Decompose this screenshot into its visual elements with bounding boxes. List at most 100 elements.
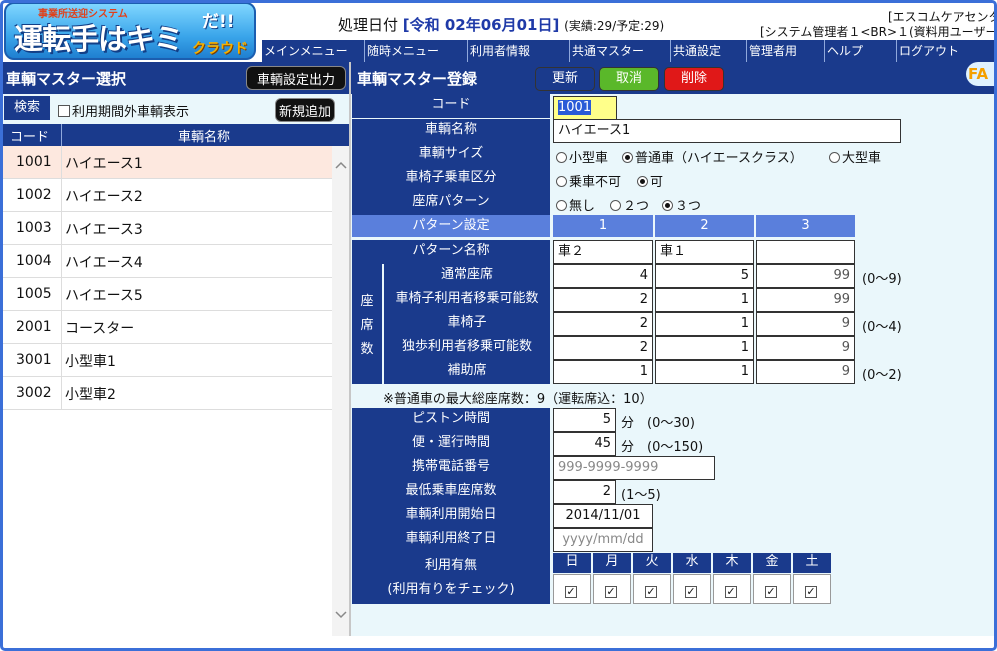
aux-1-input[interactable]: 1 xyxy=(553,360,653,384)
phone-input[interactable]: 999-9999-9999 xyxy=(553,456,715,480)
size-small-radio[interactable]: 小型車 xyxy=(556,147,608,166)
checkbox-checked-icon[interactable]: ✓ xyxy=(725,586,737,598)
pattern-two-radio[interactable]: ２つ xyxy=(610,195,649,214)
item-code: 2001 xyxy=(16,319,52,335)
pattern-three-radio[interactable]: ３つ xyxy=(662,195,701,214)
day-mon-checkbox[interactable]: ✓ xyxy=(593,574,631,604)
radio-icon[interactable] xyxy=(556,200,567,211)
cancel-button[interactable]: 取消 xyxy=(599,67,659,91)
day-sun-checkbox[interactable]: ✓ xyxy=(553,574,591,604)
checkbox-checked-icon[interactable]: ✓ xyxy=(805,586,817,598)
menu-main[interactable]: メインメニュー xyxy=(262,40,365,62)
list-item[interactable]: 1003 ハイエース3 xyxy=(0,212,332,245)
left-panel-title: 車輌マスター選択 xyxy=(6,70,127,88)
size-large-radio[interactable]: 大型車 xyxy=(829,147,881,166)
day-sat-checkbox[interactable]: ✓ xyxy=(793,574,831,604)
vehicle-list: 1001 ハイエース1 1002 ハイエース2 1003 ハイエース3 1004 ハイエ… xyxy=(0,146,332,410)
radio-icon[interactable] xyxy=(556,152,567,163)
aux-2-input[interactable]: 1 xyxy=(655,360,754,384)
start-date-input[interactable]: 2014/11/01 xyxy=(553,504,653,528)
pattern-name-label: パターン名称 xyxy=(352,240,550,264)
checkbox-checked-icon[interactable]: ✓ xyxy=(685,586,697,598)
wheelchair-3-input[interactable]: 9 xyxy=(756,312,855,336)
code-input[interactable]: 1001 xyxy=(553,96,617,120)
name-input[interactable]: ハイエース1 xyxy=(553,119,901,143)
radio-icon[interactable] xyxy=(829,152,840,163)
main-menu-bar: メインメニュー 随時メニュー 利用者情報 共通マスター 共通設定 管理者用 ヘル… xyxy=(262,40,997,62)
list-header: コード 車輌名称 xyxy=(0,124,350,146)
add-new-button[interactable]: 新規追加 xyxy=(275,98,335,122)
header: 事業所送迎システム 運転手はキミ だ!! クラウド 処理日付 [令和 02年06… xyxy=(0,0,997,62)
menu-admin[interactable]: 管理者用 xyxy=(747,40,825,62)
wheel-yes-radio[interactable]: 可 xyxy=(637,171,663,190)
radio-icon[interactable] xyxy=(622,152,633,163)
wtrans-3-input[interactable]: 99 xyxy=(756,288,855,312)
menu-adhoc[interactable]: 随時メニュー xyxy=(365,40,468,62)
radio-icon[interactable] xyxy=(662,200,673,211)
radio-icon[interactable] xyxy=(637,176,648,187)
list-item[interactable]: 1002 ハイエース2 xyxy=(0,179,332,212)
item-code: 1003 xyxy=(16,220,52,236)
out-of-period-toggle[interactable]: 利用期間外車輌表示 xyxy=(58,101,189,120)
pattern-name-2-input[interactable]: 車１ xyxy=(655,240,754,264)
menu-common-settings[interactable]: 共通設定 xyxy=(671,40,747,62)
normal-seat-3-input[interactable]: 99 xyxy=(756,264,855,288)
checkbox-checked-icon[interactable]: ✓ xyxy=(645,586,657,598)
checkbox-checked-icon[interactable]: ✓ xyxy=(605,586,617,598)
normal-seat-1-input[interactable]: 4 xyxy=(553,264,653,288)
walk-1-input[interactable]: 2 xyxy=(553,336,653,360)
menu-logout[interactable]: ログアウト xyxy=(897,40,995,62)
wheelchair-range: (0～4) xyxy=(862,320,902,335)
end-date-input[interactable]: yyyy/mm/dd xyxy=(553,528,653,552)
day-tue-checkbox[interactable]: ✓ xyxy=(633,574,671,604)
checkbox-checked-icon[interactable]: ✓ xyxy=(565,586,577,598)
start-date-label: 車輌利用開始日 xyxy=(352,504,550,528)
radio-icon[interactable] xyxy=(556,176,567,187)
size-normal-radio[interactable]: 普通車（ハイエースクラス） xyxy=(622,147,803,166)
usage-label-line1: 利用有無 xyxy=(424,558,477,573)
list-item[interactable]: 3002 小型車2 xyxy=(0,377,332,410)
list-item[interactable]: 3001 小型車1 xyxy=(0,344,332,377)
list-item[interactable]: 1005 ハイエース5 xyxy=(0,278,332,311)
search-row: 検索 利用期間外車輌表示 新規追加 xyxy=(0,94,350,124)
list-item[interactable]: 1001 ハイエース1 xyxy=(0,146,332,179)
pattern-name-3-input[interactable] xyxy=(756,240,855,264)
pattern-none-radio[interactable]: 無し xyxy=(556,195,595,214)
min-seat-input[interactable]: 2 xyxy=(553,480,616,504)
item-name: 小型車1 xyxy=(65,354,116,370)
aux-3-input[interactable]: 9 xyxy=(756,360,855,384)
wtrans-1-input[interactable]: 2 xyxy=(553,288,653,312)
checkbox-checked-icon[interactable]: ✓ xyxy=(765,586,777,598)
walk-2-input[interactable]: 1 xyxy=(655,336,754,360)
list-item[interactable]: 2001 コースター xyxy=(0,311,332,344)
menu-user-info[interactable]: 利用者情報 xyxy=(468,40,570,62)
list-item[interactable]: 1004 ハイエース4 xyxy=(0,245,332,278)
wtrans-2-input[interactable]: 1 xyxy=(655,288,754,312)
normal-seat-2-input[interactable]: 5 xyxy=(655,264,754,288)
checkbox-icon[interactable] xyxy=(58,105,70,117)
day-fri-checkbox[interactable]: ✓ xyxy=(753,574,791,604)
fa-badge[interactable]: FA xyxy=(966,62,994,86)
wheel-no-radio[interactable]: 乗車不可 xyxy=(556,171,621,190)
vehicle-settings-output-button[interactable]: 車輌設定出力 xyxy=(246,66,346,90)
wheelchair-1-input[interactable]: 2 xyxy=(553,312,653,336)
walk-3-input[interactable]: 9 xyxy=(756,336,855,360)
day-wed-checkbox[interactable]: ✓ xyxy=(673,574,711,604)
wheelchair-transfer-label: 車椅子利用者移乗可能数 xyxy=(384,288,550,312)
update-button[interactable]: 更新 xyxy=(535,67,595,91)
checkbox-label: 利用期間外車輌表示 xyxy=(72,105,190,120)
radio-icon[interactable] xyxy=(610,200,621,211)
menu-common-master[interactable]: 共通マスター xyxy=(570,40,671,62)
delete-button[interactable]: 削除 xyxy=(664,67,724,91)
app-logo[interactable]: 事業所送迎システム 運転手はキミ だ!! クラウド xyxy=(4,2,256,60)
trip-input[interactable]: 45 xyxy=(553,432,616,456)
day-thu-checkbox[interactable]: ✓ xyxy=(713,574,751,604)
max-seat-note: ※普通車の最大総座席数：9（運転席込：10） xyxy=(383,392,653,407)
pattern-name-1-input[interactable]: 車２ xyxy=(553,240,653,264)
logo-cloud-text: クラウド xyxy=(192,41,248,57)
list-scrollbar[interactable] xyxy=(332,146,350,636)
radio-label: 小型車 xyxy=(569,151,609,166)
piston-input[interactable]: 5 xyxy=(553,408,616,432)
wheelchair-2-input[interactable]: 1 xyxy=(655,312,754,336)
menu-help[interactable]: ヘルプ xyxy=(825,40,897,62)
